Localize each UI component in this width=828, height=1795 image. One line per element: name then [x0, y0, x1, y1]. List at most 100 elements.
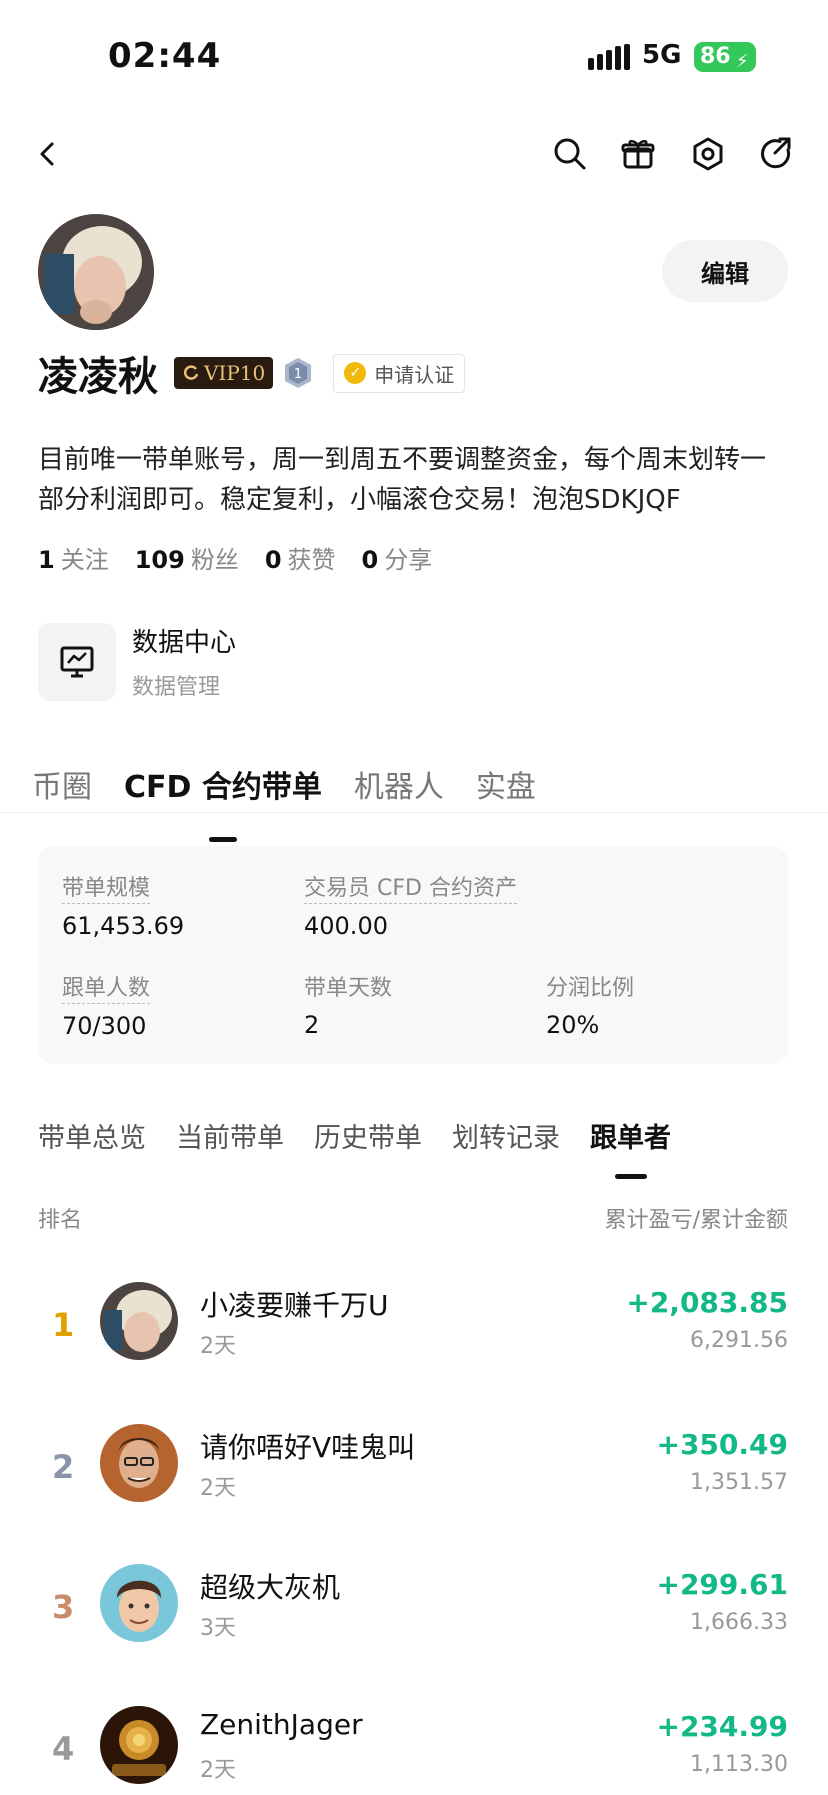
summary-value: 2 — [304, 1011, 320, 1039]
battery-level: 86 — [700, 44, 731, 69]
search-icon[interactable] — [546, 130, 594, 178]
summary-followers: 跟单人数 70/300 — [62, 970, 151, 1040]
follower-pnl: +350.49 — [656, 1428, 788, 1461]
summary-label[interactable]: 跟单人数 — [62, 970, 151, 1004]
tab-copiers[interactable]: 跟单者 — [590, 1116, 671, 1179]
tabs-divider — [0, 812, 828, 813]
tab-history-orders[interactable]: 历史带单 — [314, 1116, 422, 1155]
top-nav — [0, 130, 828, 190]
verify-label: 申请认证 — [374, 362, 455, 387]
tab-cfd-copy-trading[interactable]: CFD 合约带单 — [124, 762, 322, 842]
signal-icon — [588, 44, 630, 70]
tab-crypto[interactable]: 币圈 — [32, 762, 92, 806]
summary-days: 带单天数 2 — [304, 970, 392, 1039]
summary-label: 分润比例 — [546, 976, 635, 1001]
status-time: 02:44 — [108, 36, 222, 76]
follower-amount: 1,666.33 — [690, 1610, 788, 1635]
follower-days: 2天 — [200, 1334, 236, 1359]
follower-name: 小凌要赚千万U — [200, 1289, 389, 1322]
avatar — [100, 1424, 178, 1502]
data-center-title: 数据中心 — [132, 628, 237, 658]
stat-label: 粉丝 — [190, 546, 239, 574]
summary-profit-share: 分润比例 20% — [546, 970, 634, 1039]
rank-header: 排名 — [38, 1208, 83, 1233]
follower-days: 2天 — [200, 1758, 236, 1783]
stat-fans[interactable]: 109 粉丝 — [135, 540, 239, 575]
follower-name: 请你唔好V哇鬼叫 — [200, 1431, 416, 1464]
summary-scale: 带单规模 61,453.69 — [62, 870, 184, 940]
stat-number: 0 — [361, 546, 379, 574]
list-header: 排名 累计盈亏/累计金额 — [38, 1202, 788, 1234]
profile-bio: 目前唯一带单账号，周一到周五不要调整资金，每个周末划转一部分利润即可。稳定复利，… — [38, 445, 767, 515]
stat-label: 分享 — [384, 546, 433, 574]
data-center-entry[interactable]: 数据中心 数据管理 — [38, 622, 236, 701]
profile-stats: 1 关注 109 粉丝 0 获赞 0 分享 — [38, 540, 458, 575]
vip-icon — [183, 365, 199, 380]
level-badge-icon: 1 — [285, 358, 312, 388]
pnl-header: 累计盈亏/累计金额 — [604, 1208, 788, 1233]
back-icon[interactable] — [24, 130, 72, 178]
avatar — [100, 1282, 178, 1360]
stat-number: 109 — [134, 546, 185, 574]
network-label: 5G — [642, 40, 682, 70]
follower-amount: 6,291.56 — [690, 1328, 788, 1353]
edit-profile-button[interactable]: 编辑 — [662, 240, 788, 302]
summary-value: 20% — [546, 1011, 600, 1039]
follower-days: 3天 — [200, 1616, 236, 1641]
tab-transfer-records[interactable]: 划转记录 — [452, 1116, 560, 1155]
sub-tabs: 带单总览 当前带单 历史带单 划转记录 跟单者 — [38, 1116, 701, 1179]
summary-value: 400.00 — [304, 912, 388, 940]
summary-value: 61,453.69 — [62, 912, 185, 940]
vip-badge: VIP10 — [174, 357, 274, 389]
summary-label: 带单天数 — [304, 976, 393, 1001]
stat-following[interactable]: 1 关注 — [38, 540, 109, 575]
stat-number: 0 — [264, 546, 282, 574]
vip-label: VIP10 — [204, 361, 266, 385]
avatar — [100, 1564, 178, 1642]
tab-current-orders[interactable]: 当前带单 — [176, 1116, 284, 1155]
level-number: 1 — [294, 367, 302, 382]
stat-label: 获赞 — [287, 546, 336, 574]
data-center-subtitle: 数据管理 — [132, 675, 221, 700]
rank-number: 1 — [52, 1306, 75, 1344]
tab-live[interactable]: 实盘 — [476, 762, 536, 806]
summary-label[interactable]: 交易员 CFD 合约资产 — [304, 870, 517, 904]
follower-pnl: +2,083.85 — [626, 1286, 788, 1319]
tab-overview[interactable]: 带单总览 — [38, 1116, 146, 1155]
battery-icon: 86 ⚡ — [694, 42, 756, 72]
profile-avatar[interactable] — [38, 214, 154, 330]
main-tabs: 币圈 CFD 合约带单 机器人 实盘 — [32, 750, 568, 842]
summary-value: 70/300 — [62, 1012, 147, 1040]
list-item[interactable]: 2 请你唔好V哇鬼叫 2天 +350.49 1,351.57 — [38, 1424, 788, 1524]
copy-trading-summary: 带单规模 61,453.69 交易员 CFD 合约资产 400.00 跟单人数 … — [38, 846, 788, 1064]
avatar — [100, 1706, 178, 1784]
status-bar: 02:44 5G 86 ⚡ — [0, 0, 828, 110]
follower-pnl: +299.61 — [656, 1568, 788, 1601]
monitor-chart-icon — [38, 622, 116, 701]
settings-icon[interactable] — [684, 130, 732, 178]
follower-amount: 1,113.30 — [690, 1752, 788, 1777]
follower-name: ZenithJager — [200, 1708, 363, 1741]
follower-name: 超级大灰机 — [200, 1571, 341, 1604]
rank-number: 3 — [52, 1588, 75, 1626]
stat-label: 关注 — [60, 546, 109, 574]
charging-icon: ⚡ — [736, 51, 749, 72]
list-item[interactable]: 1 小凌要赚千万U 2天 +2,083.85 6,291.56 — [38, 1282, 788, 1382]
stat-likes[interactable]: 0 获赞 — [265, 540, 336, 575]
profile-name: 凌凌秋 — [38, 354, 158, 400]
stat-number: 1 — [38, 546, 55, 574]
verify-button[interactable]: ✓ 申请认证 — [333, 353, 466, 393]
share-icon[interactable] — [752, 130, 800, 178]
list-item[interactable]: 4 ZenithJager 2天 +234.99 1,113.30 — [38, 1706, 788, 1795]
rank-number: 2 — [52, 1448, 75, 1486]
summary-assets: 交易员 CFD 合约资产 400.00 — [304, 870, 517, 940]
tab-bots[interactable]: 机器人 — [354, 762, 444, 806]
verified-check-icon: ✓ — [344, 362, 367, 384]
follower-pnl: +234.99 — [656, 1710, 788, 1743]
rank-number: 4 — [52, 1730, 75, 1768]
follower-days: 2天 — [200, 1476, 236, 1501]
list-item[interactable]: 3 超级大灰机 3天 +299.61 1,666.33 — [38, 1564, 788, 1664]
summary-label[interactable]: 带单规模 — [62, 870, 151, 904]
stat-shares[interactable]: 0 分享 — [362, 540, 433, 575]
gift-icon[interactable] — [614, 130, 662, 178]
